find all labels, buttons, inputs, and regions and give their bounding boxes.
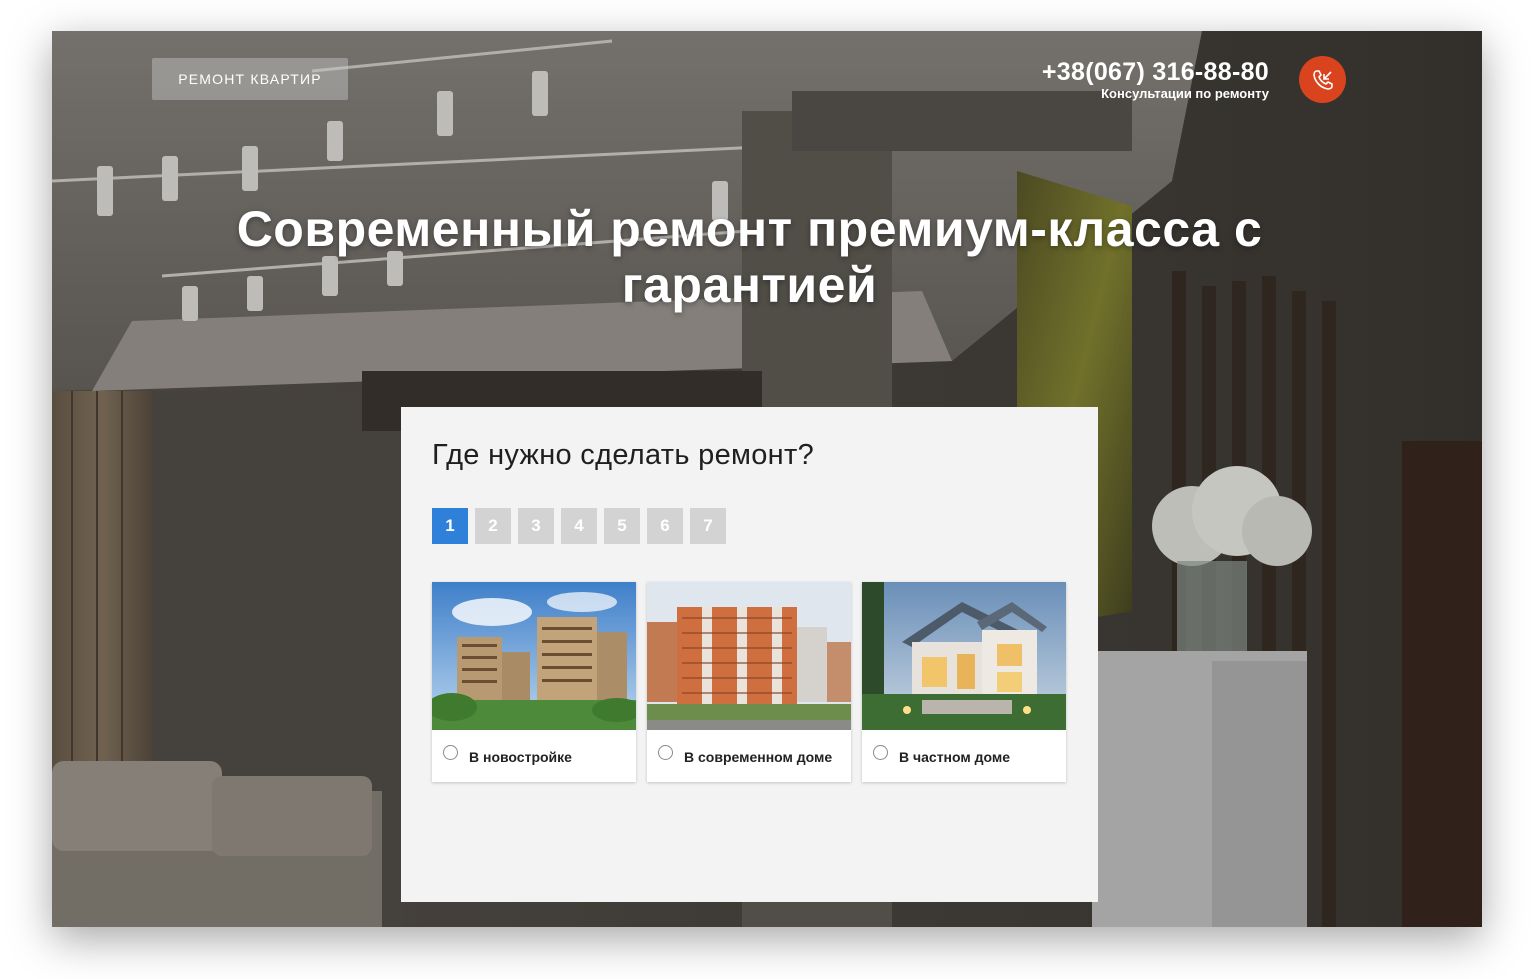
quiz-options: В новостройке В современном доме В частн… [432,582,1077,782]
quiz-step-1[interactable]: 1 [432,508,468,544]
phone-call-icon [1312,69,1333,90]
page-frame: РЕМОНТ КВАРТИР +38(067) 316-88-80 Консул… [52,31,1482,927]
option-new-building[interactable]: В новостройке [432,582,636,782]
contact-block: +38(067) 316-88-80 Консультации по ремон… [1042,57,1269,101]
private-house-image [862,582,1066,730]
new-building-image [432,582,636,730]
quiz-step-2[interactable]: 2 [475,508,511,544]
option-new-building-label: В новостройке [469,749,572,765]
quiz-step-3[interactable]: 3 [518,508,554,544]
option-private-house-label: В частном доме [899,749,1011,765]
phone-caption: Консультации по ремонту [1101,86,1269,101]
logo-button[interactable]: РЕМОНТ КВАРТИР [152,58,348,100]
option-private-house-radio[interactable] [873,745,888,760]
quiz-step-7[interactable]: 7 [690,508,726,544]
quiz-step-4[interactable]: 4 [561,508,597,544]
hero-title: Современный ремонт премиум-класса с гара… [236,201,1263,313]
modern-house-image [647,582,851,730]
quiz-step-6[interactable]: 6 [647,508,683,544]
option-modern-house-radio[interactable] [658,745,673,760]
quiz-panel: Где нужно сделать ремонт? 1 2 3 4 5 6 7 [401,407,1098,902]
logo-label: РЕМОНТ КВАРТИР [178,71,322,87]
option-private-house[interactable]: В частном доме [862,582,1066,782]
phone-number[interactable]: +38(067) 316-88-80 [1042,57,1269,87]
option-modern-house[interactable]: В современном доме [647,582,851,782]
quiz-steps: 1 2 3 4 5 6 7 [432,508,733,544]
option-new-building-radio[interactable] [443,745,458,760]
callback-button[interactable] [1299,56,1346,103]
quiz-step-5[interactable]: 5 [604,508,640,544]
quiz-question: Где нужно сделать ремонт? [432,439,815,471]
option-modern-house-label: В современном доме [684,749,833,765]
